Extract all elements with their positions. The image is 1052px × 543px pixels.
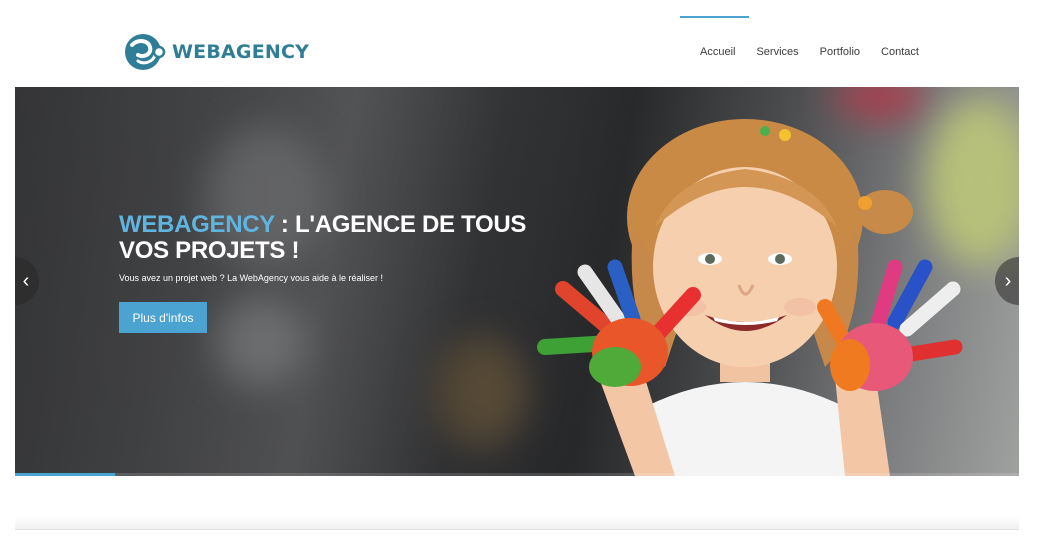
hero-title-accent: WEBAGENCY	[119, 211, 275, 238]
chevron-right-icon: ›	[1004, 269, 1012, 292]
page: WEBAGENCY Accueil Services Portfolio Con…	[0, 0, 1052, 543]
nav-item-contact[interactable]: Contact	[881, 16, 919, 58]
site-header: WEBAGENCY Accueil Services Portfolio Con…	[0, 0, 1052, 87]
nav-item-services[interactable]: Services	[756, 16, 798, 58]
nav-item-accueil[interactable]: Accueil	[679, 16, 751, 58]
chevron-left-icon: ‹	[22, 269, 30, 292]
more-info-button[interactable]: Plus d'infos	[119, 302, 207, 333]
logo[interactable]: WEBAGENCY	[124, 31, 309, 73]
logo-swirl-icon	[125, 34, 166, 70]
hero-slider: WEBAGENCY : L'AGENCE DE TOUS VOS PROJETS…	[15, 87, 1019, 476]
slide-progress-track	[15, 473, 1019, 476]
brand-name: WEBAGENCY	[172, 41, 310, 63]
hero-subtitle: Vous avez un projet web ? La WebAgency v…	[119, 273, 383, 283]
content-section-edge	[15, 516, 1019, 530]
slide-progress-fill	[15, 473, 116, 476]
child-painted-hands-image	[537, 119, 963, 476]
nav-item-portfolio[interactable]: Portfolio	[820, 16, 860, 58]
main-nav: Accueil Services Portfolio Contact	[679, 16, 919, 58]
hero-title: WEBAGENCY : L'AGENCE DE TOUS VOS PROJETS…	[119, 212, 539, 264]
